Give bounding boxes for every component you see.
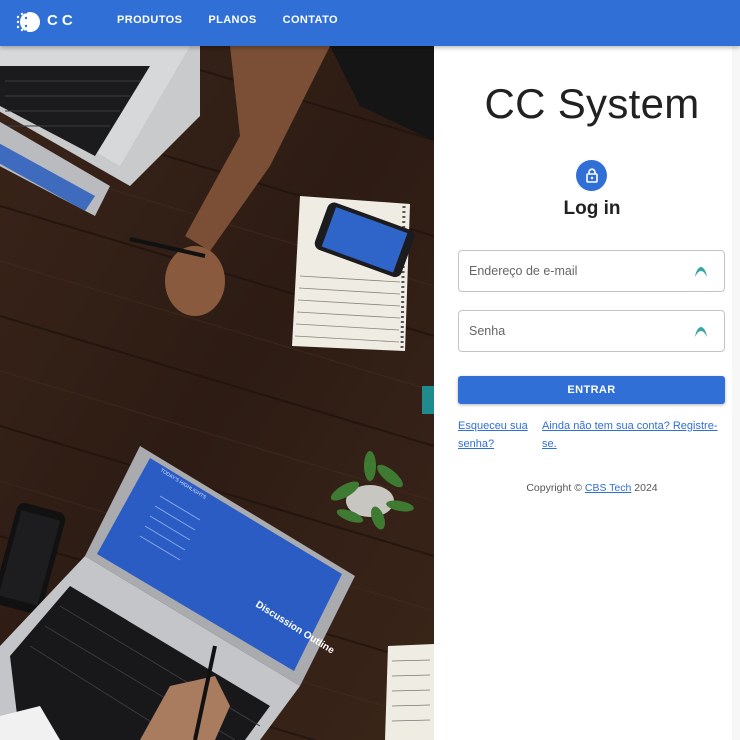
hero-photo: Discussion Outline TODAY'S HIGHLIGHTS bbox=[0, 46, 434, 740]
app-title: CC System bbox=[484, 80, 700, 127]
password-input[interactable] bbox=[459, 311, 724, 351]
email-input[interactable] bbox=[459, 251, 724, 291]
forgot-password-link[interactable]: Esqueceu sua senha? bbox=[458, 417, 538, 453]
copyright: Copyright © CBS Tech 2024 bbox=[434, 482, 740, 494]
nav-item-planos[interactable]: PLANOS bbox=[195, 0, 269, 40]
login-panel: CC System Log in ENTRAR Esqueceu sua sen… bbox=[434, 46, 740, 740]
register-link[interactable]: Ainda não tem sua conta? Registre-se. bbox=[542, 417, 732, 453]
lock-icon bbox=[585, 168, 598, 183]
copyright-year: 2024 bbox=[631, 482, 658, 494]
lock-avatar bbox=[576, 160, 607, 191]
submit-button[interactable]: ENTRAR bbox=[458, 376, 725, 404]
nav-item-produtos[interactable]: PRODUTOS bbox=[104, 0, 195, 40]
company-link[interactable]: CBS Tech bbox=[585, 482, 632, 494]
login-heading: Log in bbox=[563, 198, 621, 219]
desk-illustration: Discussion Outline TODAY'S HIGHLIGHTS bbox=[0, 46, 434, 740]
notebook bbox=[292, 196, 415, 351]
copyright-prefix: Copyright © bbox=[526, 482, 585, 494]
wave-indicator-icon bbox=[695, 267, 707, 277]
nav-item-contato[interactable]: CONTATO bbox=[270, 0, 351, 40]
password-field bbox=[458, 310, 725, 352]
email-field bbox=[458, 250, 725, 292]
logo-icon[interactable] bbox=[14, 9, 40, 35]
app-bar: CC PRODUTOS PLANOS CONTATO bbox=[0, 0, 740, 46]
panel-edge bbox=[732, 46, 740, 740]
wave-indicator-icon bbox=[695, 327, 707, 337]
top-nav: PRODUTOS PLANOS CONTATO bbox=[104, 0, 351, 46]
logo-text[interactable]: CC bbox=[47, 12, 77, 29]
